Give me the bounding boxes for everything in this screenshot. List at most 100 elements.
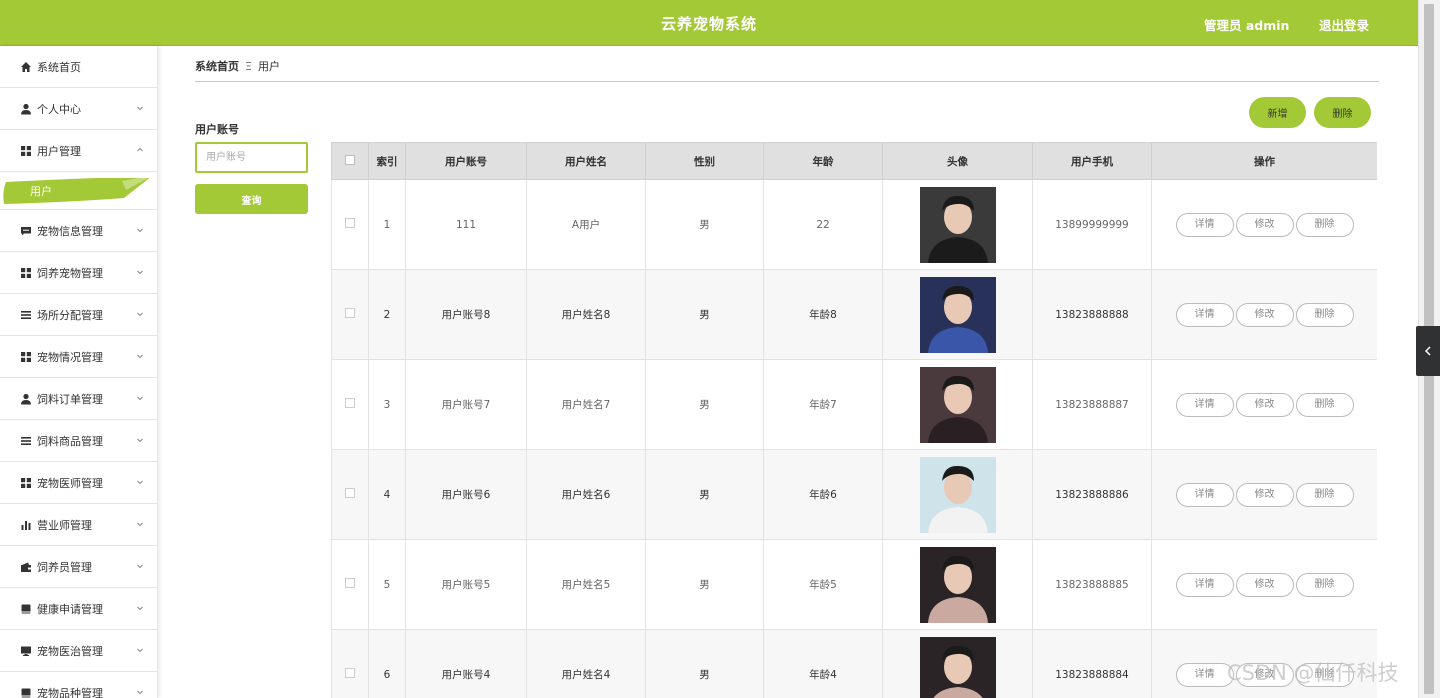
sidebar: 系统首页 个人中心 用户管理 用户 宠物信息管理 饲养宠物管理 场所分配管理 宠物情况管理 饲料… [0, 46, 158, 698]
sidebar-item[interactable]: 健康申请管理 [0, 588, 157, 630]
breadcrumb: 系统首页 Ξ 用户 [195, 58, 280, 74]
detail-button[interactable]: 详情 [1175, 572, 1234, 597]
sidebar-item[interactable]: 系统首页 [0, 46, 157, 88]
row-checkbox[interactable] [345, 668, 355, 678]
delete-button[interactable]: 删除 [1295, 572, 1354, 597]
name-cell: 用户姓名8 [526, 269, 646, 360]
delete-button[interactable]: 删除 [1295, 482, 1354, 507]
sidebar-item-label: 场所分配管理 [37, 308, 103, 322]
sidebar-item[interactable]: 饲料订单管理 [0, 378, 157, 420]
gender-cell: 男 [645, 179, 764, 270]
chevron-down-icon [135, 351, 145, 361]
age-cell: 年龄6 [763, 449, 883, 540]
avatar-cell [882, 269, 1033, 360]
sidebar-item[interactable]: 饲料商品管理 [0, 420, 157, 462]
detail-button[interactable]: 详情 [1175, 392, 1234, 417]
sidebar-item[interactable]: 用户管理 [0, 130, 157, 172]
batch-delete-button[interactable]: 删除 [1314, 97, 1371, 128]
gender-cell: 男 [645, 629, 764, 698]
detail-button[interactable]: 详情 [1175, 662, 1234, 687]
table-body: 1 111 A用户男 22 13899999999 详情 修改 删除 2 用户账号8 用户姓名8 男年… [331, 179, 1377, 698]
index-cell: 4 [368, 449, 406, 540]
sidebar-item[interactable]: 营业师管理 [0, 504, 157, 546]
row-checkbox[interactable] [345, 578, 355, 588]
sidebar-item[interactable]: 饲养员管理 [0, 546, 157, 588]
submenu-item-label: 用户 [30, 185, 52, 198]
avatar-cell [882, 359, 1033, 450]
select-all-checkbox[interactable] [345, 154, 355, 165]
user-table: 索引 用户账号 用户姓名 性别 年龄 头像 用户手机 操作 1 111 A用户男 22 1389999… [331, 142, 1377, 698]
avatar-cell [882, 539, 1033, 630]
submenu: 用户 [0, 172, 157, 210]
avatar-cell [882, 449, 1033, 540]
column-header: 性别 [645, 142, 764, 180]
chevron-down-icon [135, 103, 145, 113]
submenu-item-users[interactable]: 用户 [2, 178, 154, 204]
select-all-header[interactable] [331, 142, 369, 180]
user-table-container: 索引 用户账号 用户姓名 性别 年龄 头像 用户手机 操作 1 111 A用户男 22 1389999… [331, 142, 1377, 698]
logout-button[interactable]: 退出登录 [1319, 15, 1369, 34]
detail-button[interactable]: 详情 [1175, 482, 1234, 507]
breadcrumb-separator: Ξ [245, 60, 252, 73]
user-icon [20, 103, 32, 115]
edit-button[interactable]: 修改 [1235, 302, 1294, 327]
account-cell: 111 [405, 179, 527, 270]
account-cell: 用户账号5 [405, 539, 527, 630]
row-checkbox[interactable] [345, 218, 355, 228]
search-button[interactable]: 查询 [195, 184, 308, 214]
search-input[interactable] [195, 142, 308, 173]
sidebar-item-label: 饲料商品管理 [37, 434, 103, 448]
account-cell: 用户账号8 [405, 269, 527, 360]
avatar [919, 546, 996, 623]
sidebar-item[interactable]: 个人中心 [0, 88, 157, 130]
row-select-cell [331, 449, 369, 540]
breadcrumb-home[interactable]: 系统首页 [195, 60, 239, 73]
book-icon [20, 603, 32, 615]
name-cell: 用户姓名6 [526, 449, 646, 540]
side-panel-toggle[interactable] [1416, 326, 1440, 376]
sidebar-item-label: 用户管理 [37, 144, 81, 158]
sidebar-item[interactable]: 宠物情况管理 [0, 336, 157, 378]
sidebar-item-label: 个人中心 [37, 102, 81, 116]
bar-chart-icon [20, 519, 32, 531]
add-button[interactable]: 新增 [1249, 97, 1306, 128]
actions-cell: 详情 修改 删除 [1151, 179, 1377, 270]
edit-button[interactable]: 修改 [1235, 392, 1294, 417]
row-select-cell [331, 269, 369, 360]
chevron-down-icon [135, 561, 145, 571]
actions-cell: 详情 修改 删除 [1151, 539, 1377, 630]
delete-button[interactable]: 删除 [1295, 212, 1354, 237]
sidebar-item-label: 宠物医师管理 [37, 476, 103, 490]
detail-button[interactable]: 详情 [1175, 212, 1234, 237]
delete-button[interactable]: 删除 [1295, 302, 1354, 327]
edit-button[interactable]: 修改 [1235, 212, 1294, 237]
detail-button[interactable]: 详情 [1175, 302, 1234, 327]
delete-button[interactable]: 删除 [1295, 392, 1354, 417]
edit-button[interactable]: 修改 [1235, 572, 1294, 597]
age-cell: 22 [763, 179, 883, 270]
actions-cell: 详情 修改 删除 [1151, 269, 1377, 360]
list-icon [20, 309, 32, 321]
row-checkbox[interactable] [345, 398, 355, 408]
chevron-down-icon [135, 393, 145, 403]
avatar [919, 186, 996, 263]
sidebar-item[interactable]: 宠物信息管理 [0, 210, 157, 252]
edit-button[interactable]: 修改 [1235, 482, 1294, 507]
row-checkbox[interactable] [345, 488, 355, 498]
row-select-cell [331, 179, 369, 270]
table-row: 4 用户账号6 用户姓名6 男年龄6 13823888886 详情 修改 删除 [331, 449, 1377, 540]
sidebar-item-label: 宠物品种管理 [37, 686, 103, 698]
sidebar-item-label: 系统首页 [37, 60, 81, 74]
list-icon [20, 435, 32, 447]
comment-icon [20, 225, 32, 237]
sidebar-item[interactable]: 饲养宠物管理 [0, 252, 157, 294]
monitor-icon [20, 645, 32, 657]
row-checkbox[interactable] [345, 308, 355, 318]
top-header: 云养宠物系统 管理员 admin 退出登录 [0, 0, 1418, 46]
sidebar-item[interactable]: 宠物医治管理 [0, 630, 157, 672]
sidebar-item[interactable]: 宠物医师管理 [0, 462, 157, 504]
sidebar-item[interactable]: 场所分配管理 [0, 294, 157, 336]
book-icon [20, 687, 32, 698]
sidebar-item[interactable]: 宠物品种管理 [0, 672, 157, 698]
name-cell: A用户 [526, 179, 646, 270]
